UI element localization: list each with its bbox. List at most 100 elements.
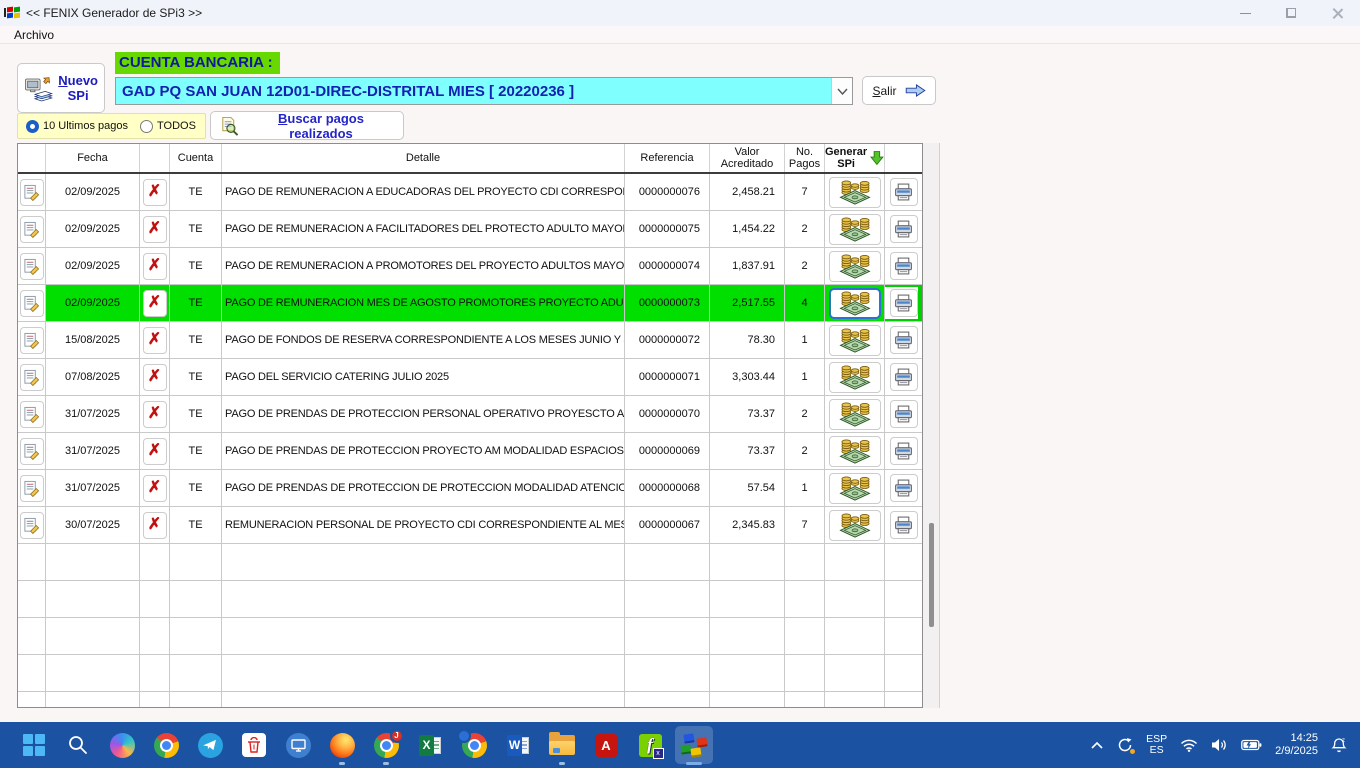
account-dropdown-button[interactable]: [831, 78, 852, 104]
generar-spi-button[interactable]: [829, 177, 881, 208]
delete-row-button[interactable]: ✗: [143, 253, 167, 280]
edit-row-button[interactable]: [20, 364, 44, 391]
delete-row-button[interactable]: ✗: [143, 438, 167, 465]
table-body: 02/09/2025 ✗ TE PAGO DE REMUNERACION A E…: [18, 174, 922, 708]
taskbar-fenix-spi-active-button[interactable]: [672, 722, 716, 768]
taskbar-word-button[interactable]: W: [496, 722, 540, 768]
edit-row-button[interactable]: [20, 327, 44, 354]
generar-spi-button[interactable]: [829, 288, 881, 319]
taskbar-chrome-remote-button[interactable]: [452, 722, 496, 768]
nuevo-spi-button[interactable]: NuevoSPi: [17, 63, 105, 113]
delete-row-button[interactable]: ✗: [143, 401, 167, 428]
table-row: 30/07/2025 ✗ TE REMUNERACION PERSONAL DE…: [18, 507, 922, 544]
delete-row-button[interactable]: ✗: [143, 512, 167, 539]
delete-row-button[interactable]: ✗: [143, 216, 167, 243]
generar-spi-button[interactable]: [829, 399, 881, 430]
tray-time: 14:25: [1290, 732, 1318, 744]
taskbar-fenix-button[interactable]: fx: [628, 722, 672, 768]
print-row-button[interactable]: [890, 511, 918, 539]
window-title: << FENIX Generador de SPi3 >>: [26, 6, 202, 20]
edit-row-button[interactable]: [20, 216, 44, 243]
print-row-button[interactable]: [890, 437, 918, 465]
minimize-button[interactable]: [1222, 0, 1268, 26]
empty-cell: [140, 618, 170, 655]
taskbar-telegram-button[interactable]: [188, 722, 232, 768]
account-select[interactable]: GAD PQ SAN JUAN 12D01-DIREC-DISTRITAL MI…: [115, 77, 853, 105]
menu-archivo[interactable]: Archivo: [10, 28, 58, 42]
print-row-button[interactable]: [890, 252, 918, 280]
table-scrollbar[interactable]: [923, 143, 940, 708]
volume-button[interactable]: [1208, 735, 1231, 755]
taskbar-search-button[interactable]: [56, 722, 100, 768]
edit-row-button[interactable]: [20, 290, 44, 317]
referencia-cell: 0000000073: [625, 285, 710, 322]
empty-cell: [885, 618, 922, 655]
generar-spi-button[interactable]: [829, 362, 881, 393]
delete-row-button[interactable]: ✗: [143, 290, 167, 317]
generar-spi-button[interactable]: [829, 325, 881, 356]
edit-row-button[interactable]: [20, 401, 44, 428]
taskbar-chrome-profile-button[interactable]: J: [364, 722, 408, 768]
delete-row-button[interactable]: ✗: [143, 327, 167, 354]
print-row-button[interactable]: [890, 474, 918, 502]
pagos-cell: 1: [785, 359, 825, 396]
generar-cell: [825, 507, 885, 544]
start-button[interactable]: [12, 722, 56, 768]
pagos-cell: 1: [785, 322, 825, 359]
print-cell: [885, 174, 922, 211]
generar-spi-button[interactable]: [829, 436, 881, 467]
scrollbar-thumb[interactable]: [929, 523, 934, 627]
print-cell: [885, 285, 922, 322]
fecha-cell: 07/08/2025: [46, 359, 140, 396]
print-cell: [885, 248, 922, 285]
print-row-button[interactable]: [890, 178, 918, 206]
radio-ultimos-pagos[interactable]: 10 Ultimos pagos: [26, 120, 128, 133]
taskbar-chrome-button[interactable]: [144, 722, 188, 768]
taskbar-remote-desktop-button[interactable]: [276, 722, 320, 768]
taskbar-recycle-bin-button[interactable]: [232, 722, 276, 768]
taskbar-firefox-button[interactable]: [320, 722, 364, 768]
cuenta-cell: TE: [170, 433, 222, 470]
clock[interactable]: 14:252/9/2025: [1272, 729, 1321, 761]
delete-row-button[interactable]: ✗: [143, 364, 167, 391]
buscar-pagos-button[interactable]: Buscar pagos realizados: [210, 111, 404, 140]
generar-spi-button[interactable]: [829, 214, 881, 245]
print-row-button[interactable]: [890, 215, 918, 243]
radio-todos-label: TODOS: [157, 120, 196, 132]
language-indicator[interactable]: ESPES: [1143, 731, 1170, 759]
taskbar-file-explorer-button[interactable]: [540, 722, 584, 768]
referencia-cell: 0000000075: [625, 211, 710, 248]
chrome-profile-badge: J: [390, 729, 404, 743]
edit-row-button[interactable]: [20, 179, 44, 206]
notifications-button[interactable]: [1328, 734, 1350, 756]
delete-row-button[interactable]: ✗: [143, 475, 167, 502]
restore-button[interactable]: [1268, 0, 1314, 26]
generar-spi-button[interactable]: [829, 251, 881, 282]
print-row-button[interactable]: [890, 289, 918, 317]
taskbar-copilot-button[interactable]: [100, 722, 144, 768]
edit-row-button[interactable]: [20, 475, 44, 502]
radio-selected-icon: [26, 120, 39, 133]
main-content: NuevoSPi CUENTA BANCARIA : GAD PQ SAN JU…: [0, 44, 1360, 722]
print-row-button[interactable]: [890, 326, 918, 354]
money-stacks-icon: [837, 401, 873, 428]
delete-row-button[interactable]: ✗: [143, 179, 167, 206]
radio-todos[interactable]: TODOS: [140, 120, 196, 133]
wifi-button[interactable]: [1177, 736, 1201, 755]
print-row-button[interactable]: [890, 363, 918, 391]
generar-spi-button[interactable]: [829, 510, 881, 541]
valor-cell: 1,454.22: [710, 211, 785, 248]
print-row-button[interactable]: [890, 400, 918, 428]
tray-overflow-button[interactable]: [1087, 738, 1107, 753]
taskbar-excel-button[interactable]: X: [408, 722, 452, 768]
tray-date: 2/9/2025: [1275, 745, 1318, 757]
taskbar-acrobat-button[interactable]: A: [584, 722, 628, 768]
close-button[interactable]: [1314, 0, 1360, 26]
generar-spi-button[interactable]: [829, 473, 881, 504]
salir-button[interactable]: Salir: [862, 76, 936, 105]
battery-button[interactable]: [1238, 736, 1265, 754]
edit-row-button[interactable]: [20, 438, 44, 465]
tray-sync-button[interactable]: [1114, 734, 1136, 756]
edit-row-button[interactable]: [20, 253, 44, 280]
edit-row-button[interactable]: [20, 512, 44, 539]
